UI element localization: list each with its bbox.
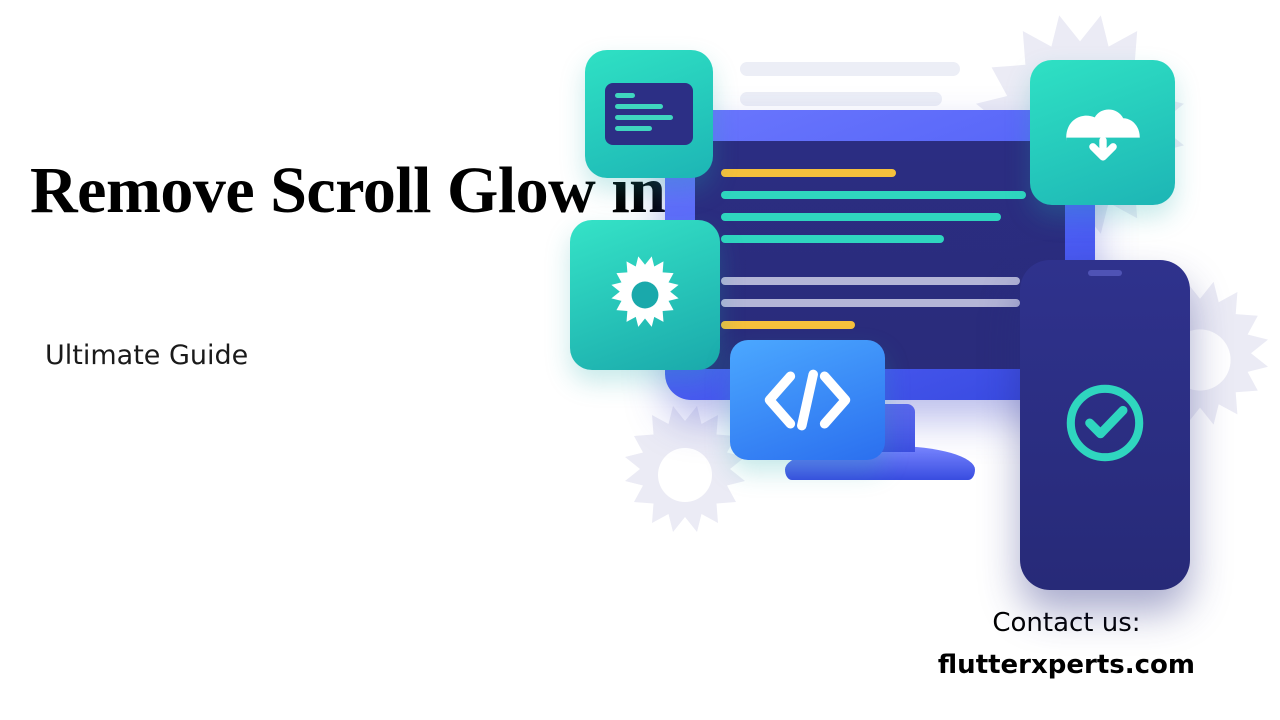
cloud-download-icon: [1057, 87, 1149, 179]
document-icon: [605, 83, 693, 145]
tile-document: [585, 50, 713, 178]
monitor-screen: [695, 141, 1065, 369]
tile-download: [1030, 60, 1175, 205]
hero-illustration: [530, 20, 1260, 620]
tile-settings: [570, 220, 720, 370]
contact-url: flutterxperts.com: [938, 650, 1195, 680]
phone: [1020, 260, 1190, 590]
gear-icon: [603, 253, 687, 337]
code-brackets-icon: [760, 365, 855, 435]
tile-code: [730, 340, 885, 460]
check-circle-icon: [1060, 378, 1150, 473]
subtitle: Ultimate Guide: [45, 340, 248, 371]
